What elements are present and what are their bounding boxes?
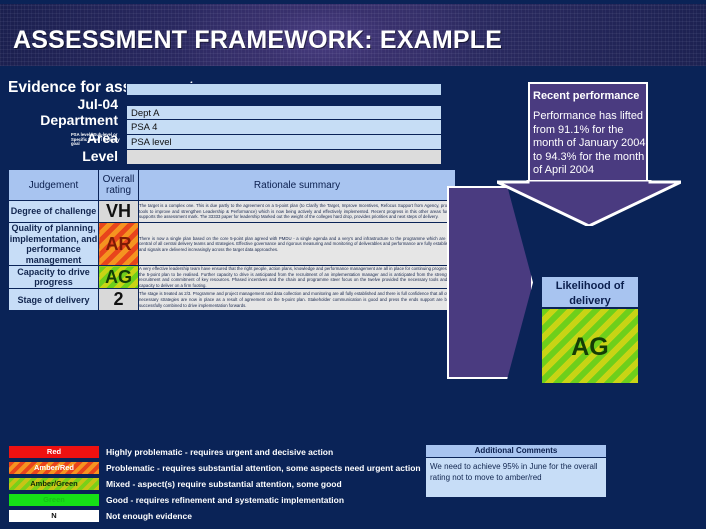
legend-swatch: Amber/Red [8,461,100,475]
label-level: Level [82,148,118,164]
overall-rating-cell: 2 [98,288,139,312]
judgement-cell: Degree of challenge [8,200,99,223]
page-title: ASSESSMENT FRAMEWORK: EXAMPLE [13,26,503,54]
legend: Red Highly problematic - requires urgent … [8,444,421,524]
table-row: Degree of challenge VH The target is a com… [8,200,456,223]
down-arrow-icon [497,180,681,226]
recent-performance-body: Performance has lifted from 91.1% for th… [533,110,646,176]
additional-comments-body[interactable]: We need to achieve 95% in June for the o… [425,458,607,498]
table-header-row: Judgement Overall rating Rationale summa… [8,169,456,201]
legend-swatch: Green [8,493,100,507]
legend-row: Amber/Red Problematic - requires substant… [8,460,421,476]
rationale-cell: There is now a single plan based on the … [138,222,456,266]
label-department: Department [40,112,118,128]
field-blank[interactable] [126,150,442,165]
overall-rating-cell: AG [98,264,139,290]
column-header-overall-rating: Overall rating [98,169,139,201]
legend-description: Not enough evidence [106,511,192,521]
legend-description: Good - requires refinement and systemati… [106,495,345,505]
rationale-cell: The stage is treated as 2/3. Programme a… [138,288,456,312]
assessment-table: Judgement Overall rating Rationale summa… [8,169,456,312]
overall-rating-cell: VH [98,200,139,223]
likelihood-of-delivery-rating: AG [541,308,639,384]
column-header-rationale: Rationale summary [138,169,456,201]
legend-row: Green Good - requires refinement and syst… [8,492,421,508]
overall-rating-cell: AR [98,222,139,266]
legend-swatch: Red [8,445,100,459]
additional-comments-title: Additional Comments [425,444,607,458]
column-header-judgement: Judgement [8,169,99,201]
level-note: PSA level / Sub-level or Specific target… [71,132,120,147]
likelihood-of-delivery-title: Likelihood of delivery [541,276,639,308]
legend-row: Amber/Green Mixed - aspect(s) require sub… [8,476,421,492]
legend-description: Highly problematic - requires urgent and… [106,447,334,457]
legend-description: Mixed - aspect(s) require substantial at… [106,479,342,489]
rationale-cell: A very effective leadership team have en… [138,264,456,290]
legend-row: N Not enough evidence [8,508,421,524]
legend-swatch: Amber/Green [8,477,100,491]
table-row: Capacity to drive progress AG A very effec… [8,264,456,290]
field-top[interactable] [126,83,442,96]
legend-row: Red Highly problematic - requires urgent … [8,444,421,460]
field-department[interactable]: Dept A [126,105,442,120]
judgement-cell: Quality of planning, implementation, and… [8,222,99,266]
field-area[interactable]: PSA 4 [126,120,442,135]
table-row: Stage of delivery 2 The stage is treated a… [8,288,456,312]
table-row: Quality of planning, implementation, and… [8,222,456,266]
title-banner: ASSESSMENT FRAMEWORK: EXAMPLE [0,4,706,68]
judgement-cell: Capacity to drive progress [8,264,99,290]
field-level[interactable]: PSA level [126,135,442,150]
label-date: Jul-04 [77,96,118,112]
legend-swatch: N [8,509,100,523]
legend-description: Problematic - requires substantial atten… [106,463,421,473]
recent-performance-title: Recent performance [533,90,640,102]
judgement-cell: Stage of delivery [8,288,99,312]
rationale-cell: The target is a complex one. This is due… [138,200,456,223]
